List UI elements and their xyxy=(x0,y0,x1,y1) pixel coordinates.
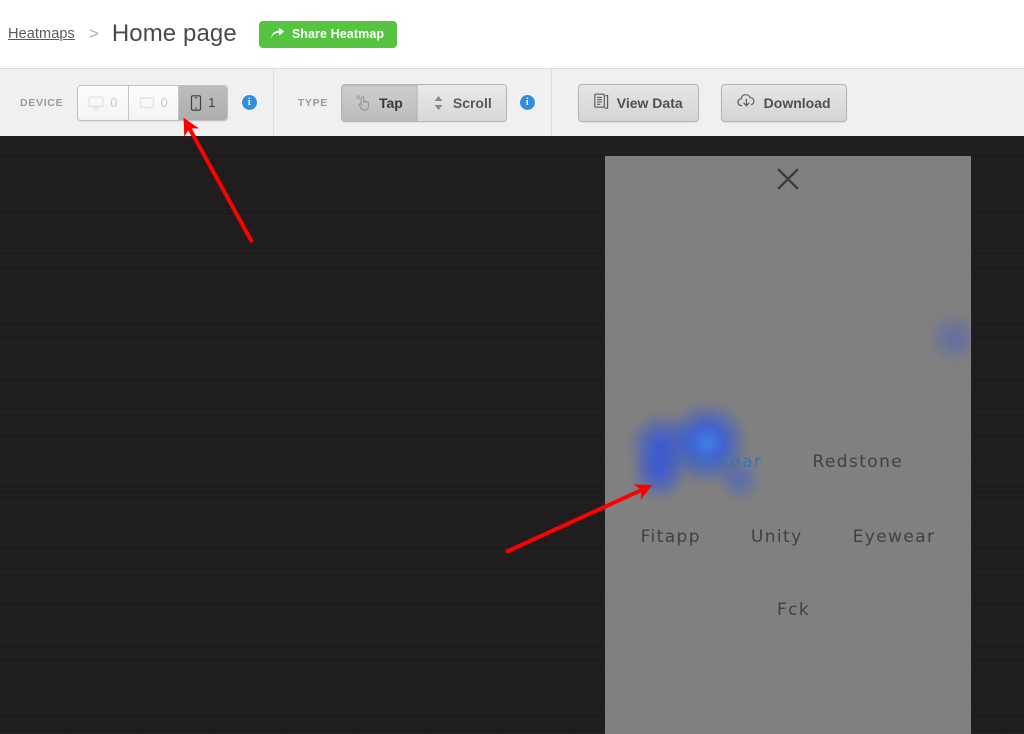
close-menu-button[interactable] xyxy=(605,164,971,194)
device-option-mobile[interactable]: 1 xyxy=(179,86,227,120)
download-button[interactable]: Download xyxy=(721,84,847,122)
menu-row-3: Fck xyxy=(605,600,971,620)
type-option-scroll[interactable]: Scroll xyxy=(418,85,506,121)
type-filter-group: TYPE Tap xyxy=(274,69,535,137)
heatmap-stage: Footwear Redstone Fitapp Unity Eyewear F… xyxy=(0,136,1024,734)
menu-row-2: Fitapp Unity Eyewear xyxy=(605,527,971,547)
device-group-label: DEVICE xyxy=(20,97,63,109)
tablet-icon xyxy=(139,96,155,110)
scroll-icon xyxy=(432,95,445,111)
menu-item-eyewear[interactable]: Eyewear xyxy=(853,527,936,547)
type-group-label: TYPE xyxy=(298,97,328,109)
share-heatmap-button[interactable]: Share Heatmap xyxy=(259,21,397,48)
page-header: Heatmaps > Home page Share Heatmap xyxy=(0,0,1024,68)
share-heatmap-button-label: Share Heatmap xyxy=(292,27,384,41)
breadcrumb-heatmaps-link[interactable]: Heatmaps xyxy=(8,26,75,42)
device-info-icon[interactable]: i xyxy=(242,95,257,110)
type-option-scroll-label: Scroll xyxy=(453,95,492,111)
desktop-icon xyxy=(88,96,104,110)
heatmap-page-preview[interactable]: Footwear Redstone Fitapp Unity Eyewear F… xyxy=(605,156,971,734)
menu-item-fck[interactable]: Fck xyxy=(777,600,810,620)
type-segmented-control: Tap Scroll xyxy=(341,84,507,122)
menu-row-1: Footwear Redstone xyxy=(605,452,971,472)
device-filter-group: DEVICE 0 xyxy=(0,69,257,137)
menu-item-redstone[interactable]: Redstone xyxy=(812,452,903,472)
device-option-desktop-count: 0 xyxy=(110,95,117,110)
cloud-download-icon xyxy=(737,93,756,112)
type-info-icon[interactable]: i xyxy=(520,95,535,110)
document-icon xyxy=(594,93,609,112)
heatmap-app: Heatmaps > Home page Share Heatmap DEVIC… xyxy=(0,0,1024,734)
breadcrumb-separator: > xyxy=(89,24,99,44)
download-button-label: Download xyxy=(764,95,831,111)
device-option-tablet[interactable]: 0 xyxy=(129,86,179,120)
device-option-mobile-count: 1 xyxy=(208,95,215,110)
toolbar-actions: View Data Download xyxy=(552,69,847,137)
type-option-tap[interactable]: Tap xyxy=(342,85,418,121)
heat-blob-faint xyxy=(928,312,971,364)
tap-icon xyxy=(356,95,371,111)
share-icon xyxy=(270,27,285,41)
device-info-glyph: i xyxy=(248,97,251,108)
filter-toolbar: DEVICE 0 xyxy=(0,68,1024,136)
close-icon xyxy=(773,164,803,194)
device-segmented-control: 0 0 xyxy=(77,85,227,121)
page-title: Home page xyxy=(112,20,237,48)
menu-item-fitapp[interactable]: Fitapp xyxy=(641,527,701,547)
device-option-desktop[interactable]: 0 xyxy=(78,86,128,120)
type-option-tap-label: Tap xyxy=(379,95,403,111)
menu-item-footwear[interactable]: Footwear xyxy=(673,452,763,472)
device-option-tablet-count: 0 xyxy=(161,95,168,110)
view-data-button[interactable]: View Data xyxy=(578,84,699,122)
type-info-glyph: i xyxy=(526,97,529,108)
view-data-button-label: View Data xyxy=(617,95,683,111)
menu-item-unity[interactable]: Unity xyxy=(751,527,803,547)
mobile-icon xyxy=(190,95,202,111)
